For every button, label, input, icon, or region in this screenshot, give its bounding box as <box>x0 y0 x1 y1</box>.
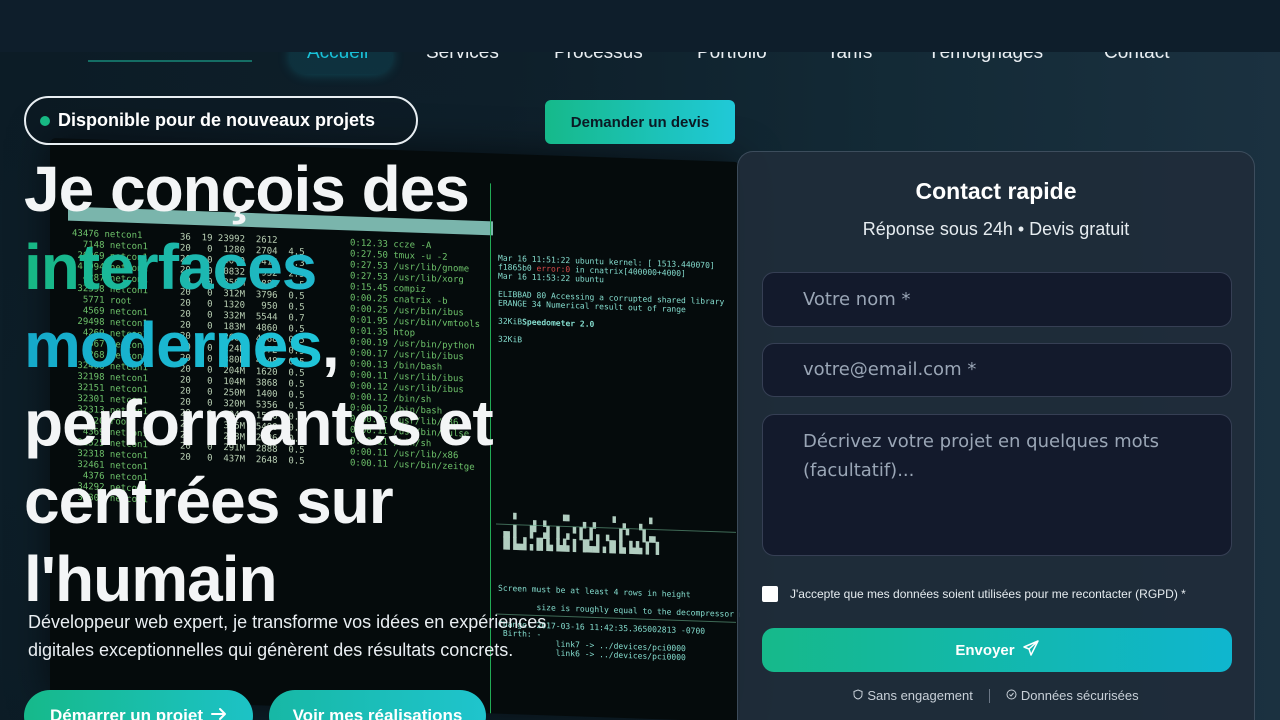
paper-plane-icon <box>1022 640 1039 660</box>
hero-comma: , <box>321 309 340 381</box>
secure-data-label: Données sécurisées <box>1020 688 1139 703</box>
message-textarea[interactable]: Décrivez votre projet en quelques mots (… <box>762 414 1232 556</box>
footer-separator <box>988 688 990 703</box>
top-navigation-bar <box>0 0 1280 52</box>
contact-card-subtitle: Réponse sous 24h • Devis gratuit <box>862 219 1130 239</box>
availability-label: Disponible pour de nouveaux projets <box>58 110 376 130</box>
hero-line-4: performantes et <box>24 387 494 459</box>
hero-line-6: l'humain <box>24 543 278 615</box>
no-commitment-note: Sans engagement <box>853 688 973 703</box>
lock-icon <box>1006 689 1017 703</box>
hero-subtitle: Développeur web expert, je transforme vo… <box>28 612 547 660</box>
view-portfolio-button[interactable]: Voir mes réalisations <box>269 690 486 720</box>
hero-line-3-highlight: modernes <box>24 309 323 381</box>
email-field[interactable]: votre@email.com * <box>762 343 1232 397</box>
arrow-right-icon <box>211 706 227 720</box>
start-project-label: Démarrer un projet <box>49 706 204 720</box>
secure-data-note: Données sécurisées <box>1006 688 1139 703</box>
contact-footer-notes: Sans engagement Données sécurisées <box>738 688 1254 703</box>
send-label: Envoyer <box>955 641 1015 659</box>
view-portfolio-label: Voir mes réalisations <box>292 706 463 720</box>
shield-icon <box>853 689 863 703</box>
hero-line-5: centrées sur <box>24 465 394 537</box>
hero-title: Je conçois des interfaces modernes, perf… <box>24 150 584 618</box>
name-field[interactable]: Votre nom * <box>762 272 1232 327</box>
request-quote-button[interactable]: Demander un devis <box>545 100 735 144</box>
gdpr-consent: J'accepte que mes données soient utilisé… <box>762 586 1186 602</box>
consent-label: J'accepte que mes données soient utilisé… <box>790 587 1186 601</box>
consent-checkbox[interactable] <box>762 586 778 602</box>
quick-contact-card: Contact rapide Réponse sous 24h • Devis … <box>737 151 1255 720</box>
hero-line-2-highlight: interfaces <box>24 231 317 303</box>
contact-card-title: Contact rapide <box>915 178 1077 204</box>
hero-line-1: Je conçois des <box>24 153 470 225</box>
send-button[interactable]: Envoyer <box>762 628 1232 672</box>
status-dot-icon <box>40 116 50 126</box>
availability-badge: Disponible pour de nouveaux projets <box>24 96 418 145</box>
no-commitment-label: Sans engagement <box>867 688 973 703</box>
start-project-button[interactable]: Démarrer un projet <box>24 690 253 720</box>
